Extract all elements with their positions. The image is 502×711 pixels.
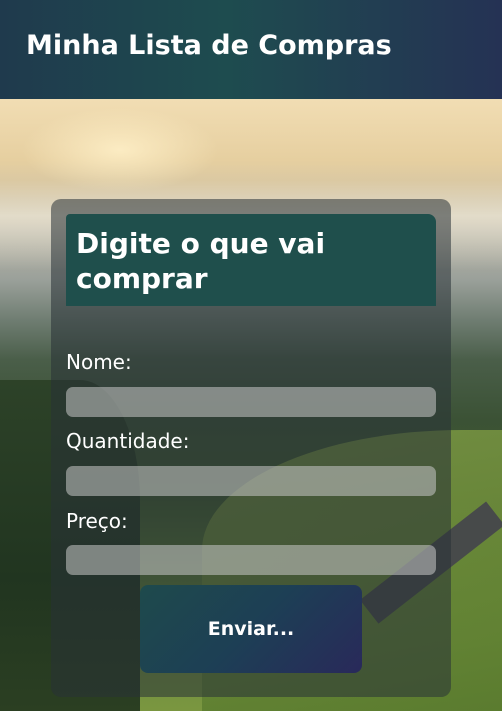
name-label: Nome: [66,350,132,374]
shopping-form: Digite o que vai comprar Nome: Quantidad… [51,199,451,697]
submit-button[interactable]: Enviar... [140,585,362,673]
form-heading-text: Digite o que vai comprar [76,227,326,295]
quantity-input[interactable] [66,466,436,496]
price-label: Preço: [66,509,128,533]
form-heading: Digite o que vai comprar [66,214,436,306]
name-input[interactable] [66,387,436,417]
quantity-label: Quantidade: [66,429,190,453]
app-title: Minha Lista de Compras [26,30,392,61]
app-header: Minha Lista de Compras [0,0,502,99]
price-input[interactable] [66,545,436,575]
